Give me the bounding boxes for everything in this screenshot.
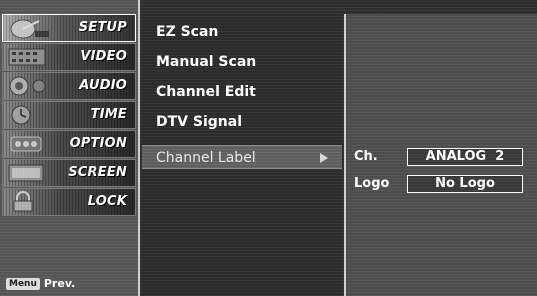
menu-item-time[interactable]: TIME xyxy=(2,101,136,129)
logo-value-field[interactable]: No Logo xyxy=(407,175,523,193)
submenu-item-label: Manual Scan xyxy=(156,54,257,70)
lock-icon xyxy=(13,191,33,212)
logo-field-label: Logo xyxy=(354,176,390,191)
channel-field-label: Ch. xyxy=(354,149,378,164)
menu-item-label: SETUP xyxy=(78,20,127,35)
film-icon xyxy=(8,48,46,66)
arrow-right-icon xyxy=(320,153,328,163)
submenu-item-dtv-signal[interactable]: DTV Signal xyxy=(142,110,342,134)
menu-item-label: TIME xyxy=(90,107,127,122)
menu-item-video[interactable]: VIDEO xyxy=(2,43,136,71)
menu-item-label: OPTION xyxy=(69,136,127,151)
menu-item-label: VIDEO xyxy=(80,49,127,64)
submenu-item-manual-scan[interactable]: Manual Scan xyxy=(142,50,342,74)
submenu-item-label: EZ Scan xyxy=(156,24,219,40)
submenu-item-label: DTV Signal xyxy=(156,114,242,130)
detail-row-logo: Logo No Logo xyxy=(354,175,534,195)
menu-item-option[interactable]: OPTION xyxy=(2,130,136,158)
setup-submenu: EZ Scan Manual Scan Channel Edit DTV Sig… xyxy=(142,14,342,296)
option-icon xyxy=(10,136,42,152)
channel-value-field[interactable]: ANALOG 2 xyxy=(407,148,523,166)
menu-item-setup[interactable]: SETUP xyxy=(2,14,136,42)
submenu-item-channel-label[interactable]: Channel Label xyxy=(142,145,342,169)
menu-item-screen[interactable]: SCREEN xyxy=(2,159,136,187)
prev-label: Prev. xyxy=(43,277,76,290)
channel-label-panel: Ch. ANALOG 2 Logo No Logo xyxy=(344,14,537,296)
submenu-item-channel-edit[interactable]: Channel Edit xyxy=(142,80,342,104)
speaker-icon xyxy=(9,76,46,96)
clock-icon xyxy=(11,105,31,125)
menu-key-icon[interactable]: Menu xyxy=(6,277,40,290)
submenu-item-ez-scan[interactable]: EZ Scan xyxy=(142,20,342,44)
screen-icon xyxy=(8,164,44,182)
menu-item-label: LOCK xyxy=(87,194,127,209)
tv-osd-screen: SETUP VIDEO AUDIO TIME OPTION SCREEN LOC… xyxy=(0,0,537,296)
menu-item-label: AUDIO xyxy=(79,78,127,93)
submenu-item-label: Channel Label xyxy=(156,150,256,166)
submenu-item-label: Channel Edit xyxy=(156,84,256,100)
satellite-dish-icon xyxy=(10,19,49,39)
menu-item-label: SCREEN xyxy=(68,165,127,180)
menu-item-lock[interactable]: LOCK xyxy=(2,188,136,216)
main-menu-sidebar: SETUP VIDEO AUDIO TIME OPTION SCREEN LOC… xyxy=(0,0,140,296)
prev-hint: Menu Prev. xyxy=(6,277,75,290)
menu-item-audio[interactable]: AUDIO xyxy=(2,72,136,100)
detail-row-channel: Ch. ANALOG 2 xyxy=(354,148,534,168)
